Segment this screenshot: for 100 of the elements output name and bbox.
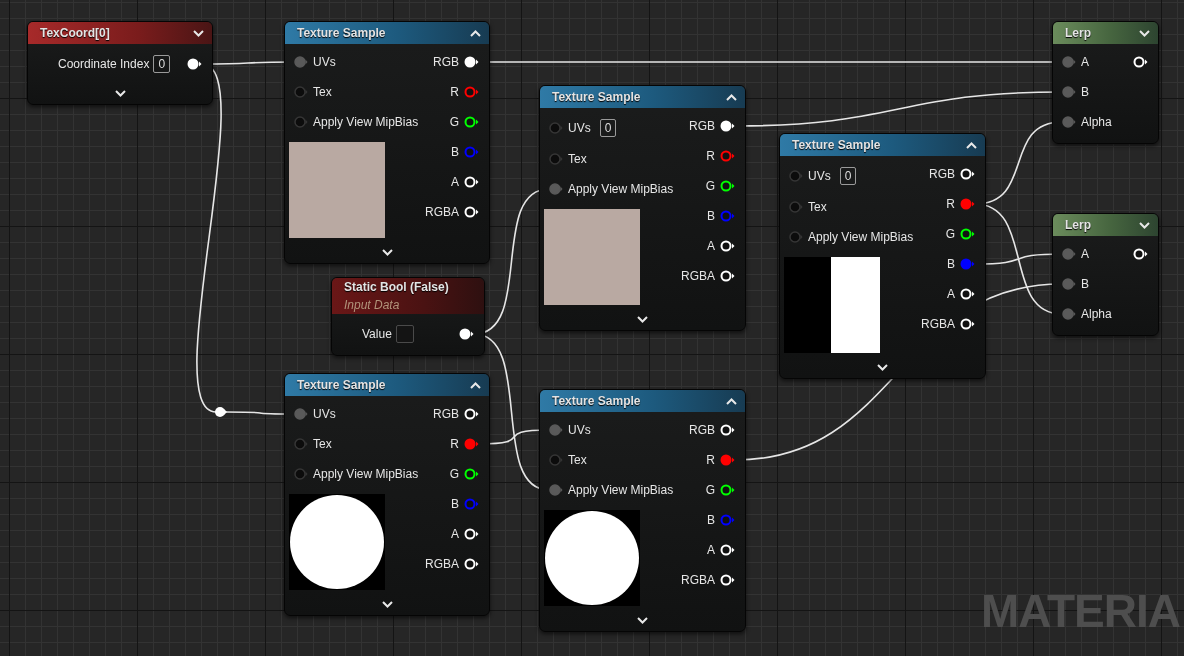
pin-label: Tex xyxy=(808,199,827,216)
input-pin[interactable] xyxy=(1062,116,1076,128)
pin-label: B xyxy=(1081,84,1089,101)
chevron-down-icon[interactable] xyxy=(637,617,648,624)
node-title: Texture Sample xyxy=(552,393,641,410)
pin-label: B xyxy=(451,144,459,161)
pin-label: Alpha xyxy=(1081,114,1112,131)
value-field[interactable]: 0 xyxy=(153,55,171,73)
input-pin[interactable] xyxy=(294,56,308,68)
output-pin[interactable] xyxy=(720,240,735,252)
chevron-down-icon[interactable] xyxy=(637,316,648,323)
input-pin[interactable] xyxy=(1062,248,1076,260)
pin-label: R xyxy=(706,452,715,469)
node-title: Texture Sample xyxy=(297,25,386,42)
pin-label: RGB xyxy=(433,406,459,423)
output-pin[interactable] xyxy=(960,318,975,330)
pin-label: A xyxy=(947,286,955,303)
chevron-down-icon[interactable] xyxy=(193,29,204,37)
pin-label: A xyxy=(1081,246,1089,263)
output-pin[interactable] xyxy=(459,328,474,340)
pin-label: A xyxy=(1081,54,1089,71)
chevron-down-icon[interactable] xyxy=(381,601,393,608)
input-pin[interactable] xyxy=(549,424,563,436)
input-pin[interactable] xyxy=(294,86,308,98)
output-pin[interactable] xyxy=(464,116,479,128)
pin-label: UVs xyxy=(313,406,336,423)
output-pin[interactable] xyxy=(960,168,975,180)
output-pin[interactable] xyxy=(720,270,735,282)
input-pin[interactable] xyxy=(294,408,308,420)
output-pin[interactable] xyxy=(960,288,975,300)
input-pin[interactable] xyxy=(549,183,563,195)
input-pin[interactable] xyxy=(1062,86,1076,98)
chevron-up-icon[interactable] xyxy=(470,29,481,37)
chevron-up-icon[interactable] xyxy=(726,93,737,101)
input-pin[interactable] xyxy=(549,484,563,496)
output-pin[interactable] xyxy=(464,176,479,188)
input-pin[interactable] xyxy=(1062,278,1076,290)
pin-label: R xyxy=(946,196,955,213)
pin-label: UVs xyxy=(568,422,591,439)
output-pin[interactable] xyxy=(720,424,735,436)
input-pin[interactable] xyxy=(1062,308,1076,320)
input-pin[interactable] xyxy=(789,201,803,213)
pin-label: Apply View MipBias xyxy=(568,181,674,198)
input-pin[interactable] xyxy=(789,231,803,243)
value-field[interactable]: 0 xyxy=(839,166,857,185)
output-pin[interactable] xyxy=(464,408,479,420)
pin-label: Alpha xyxy=(1081,306,1112,323)
output-pin[interactable] xyxy=(464,528,479,540)
pin-label: RGBA xyxy=(681,572,715,589)
checkbox[interactable] xyxy=(395,325,414,343)
output-pin[interactable] xyxy=(720,544,735,556)
chevron-down-icon[interactable] xyxy=(1139,29,1150,37)
pin-label: Tex xyxy=(313,436,332,453)
input-pin[interactable] xyxy=(294,438,308,450)
output-pin[interactable] xyxy=(720,484,735,496)
pin-label: UVs xyxy=(313,54,336,71)
output-pin[interactable] xyxy=(1133,248,1148,260)
output-pin[interactable] xyxy=(464,468,479,480)
chevron-down-icon[interactable] xyxy=(381,249,393,256)
pin-label: G xyxy=(705,178,715,195)
chevron-down-icon[interactable] xyxy=(1139,221,1150,229)
pin-label: UVs xyxy=(808,167,831,185)
chevron-up-icon[interactable] xyxy=(470,381,481,389)
pin-label: Tex xyxy=(568,151,587,168)
pin-label: Tex xyxy=(313,84,332,101)
output-pin[interactable] xyxy=(960,228,975,240)
chevron-up-icon[interactable] xyxy=(726,397,737,405)
output-pin[interactable] xyxy=(720,180,735,192)
value-field[interactable]: 0 xyxy=(599,118,617,137)
pin-label: Apply View MipBias xyxy=(313,466,419,483)
pin-label: G xyxy=(449,466,459,483)
node-title: Lerp xyxy=(1065,217,1091,234)
pin-label: R xyxy=(450,436,459,453)
pin-label: R xyxy=(450,84,459,101)
node-title: Static Bool (False) xyxy=(344,279,449,296)
pin-label: RGBA xyxy=(681,268,715,285)
reroute-knot[interactable] xyxy=(215,407,227,417)
output-pin[interactable] xyxy=(464,56,479,68)
output-pin[interactable] xyxy=(187,58,202,70)
output-pin[interactable] xyxy=(464,558,479,570)
pin-label: G xyxy=(945,226,955,243)
pin-label: G xyxy=(705,482,715,499)
output-pin[interactable] xyxy=(720,574,735,586)
pin-label: G xyxy=(449,114,459,131)
input-pin[interactable] xyxy=(1062,56,1076,68)
node-subtitle: Input Data xyxy=(344,297,400,314)
pin-label: RGBA xyxy=(425,204,459,221)
input-pin[interactable] xyxy=(549,153,563,165)
chevron-down-icon[interactable] xyxy=(877,364,888,371)
output-pin[interactable] xyxy=(464,206,479,218)
output-pin[interactable] xyxy=(720,120,735,132)
input-pin[interactable] xyxy=(789,169,803,182)
output-pin[interactable] xyxy=(1133,56,1148,68)
pin-label: RGB xyxy=(689,118,715,135)
input-pin[interactable] xyxy=(294,116,308,128)
input-pin[interactable] xyxy=(549,454,563,466)
input-pin[interactable] xyxy=(294,468,308,480)
input-pin[interactable] xyxy=(549,121,563,134)
chevron-down-icon[interactable] xyxy=(114,90,126,97)
chevron-up-icon[interactable] xyxy=(966,141,977,149)
